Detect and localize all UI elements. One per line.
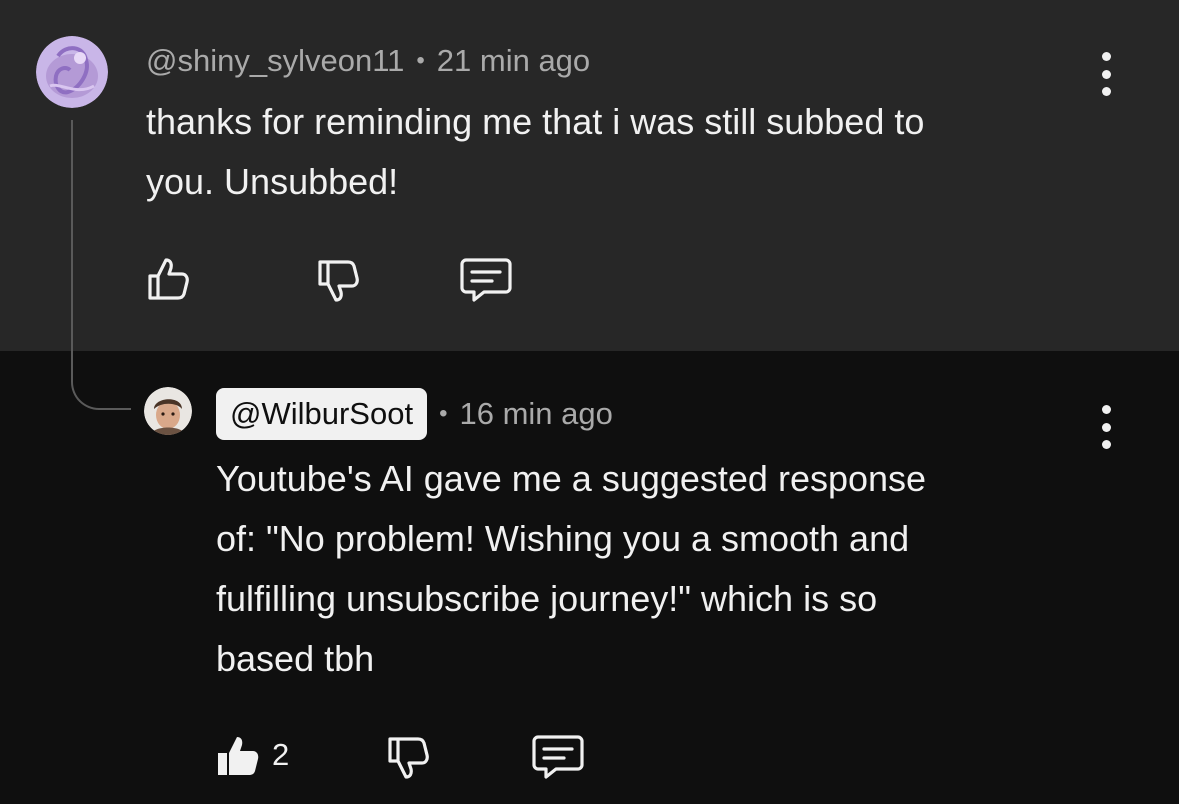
like-button[interactable] — [144, 254, 192, 302]
meta-separator: • — [416, 47, 425, 74]
like-count: 2 — [272, 737, 290, 772]
thread-connector-line — [71, 120, 131, 410]
thumbs-down-icon — [318, 260, 359, 302]
parent-comment: @shiny_sylveon11 • 21 min ago thanks for… — [0, 0, 1179, 351]
comment-text-line: you. Unsubbed! — [146, 161, 399, 202]
reply-author-handle[interactable]: @WilburSoot — [216, 388, 428, 440]
reply-more-button[interactable] — [1096, 405, 1116, 449]
thumbs-up-filled-icon — [218, 737, 259, 775]
comment-meta: @shiny_sylveon11 • 21 min ago — [146, 40, 590, 82]
comment-more-button[interactable] — [1096, 52, 1116, 96]
reply-reply-button[interactable] — [532, 733, 584, 781]
kebab-menu-icon — [1101, 405, 1111, 414]
comment-time: 21 min ago — [436, 43, 591, 78]
reply-text-line: of: "No problem! Wishing you a smooth an… — [216, 518, 910, 559]
kebab-menu-icon — [1101, 52, 1111, 61]
thumbs-up-icon — [148, 258, 189, 300]
reply-text-line: based tbh — [216, 638, 375, 679]
thumbs-down-icon — [388, 737, 429, 779]
creator-avatar[interactable] — [144, 387, 192, 435]
dislike-button[interactable] — [314, 258, 362, 306]
meta-separator: • — [439, 400, 448, 427]
reply-comment: @WilburSoot • 16 min ago Youtube's AI ga… — [0, 351, 1179, 804]
comment-bubble-icon — [460, 258, 512, 302]
commenter-avatar[interactable] — [36, 36, 108, 108]
reply-text-line: Youtube's AI gave me a suggested respons… — [216, 458, 927, 499]
comment-author[interactable]: @shiny_sylveon11 — [146, 43, 404, 79]
reply-text: Youtube's AI gave me a suggested respons… — [216, 449, 1146, 689]
comment-bubble-icon — [532, 735, 584, 779]
reply-meta: @WilburSoot • 16 min ago — [216, 387, 613, 441]
reply-like-button[interactable]: 2 — [214, 731, 289, 779]
reply-button[interactable] — [460, 256, 512, 304]
comment-text: thanks for reminding me that i was still… — [146, 92, 1146, 212]
comment-text-line: thanks for reminding me that i was still… — [146, 101, 925, 142]
reply-dislike-button[interactable] — [384, 735, 432, 783]
reply-text-line: fulfilling unsubscribe journey!" which i… — [216, 578, 878, 619]
reply-time: 16 min ago — [459, 396, 613, 431]
